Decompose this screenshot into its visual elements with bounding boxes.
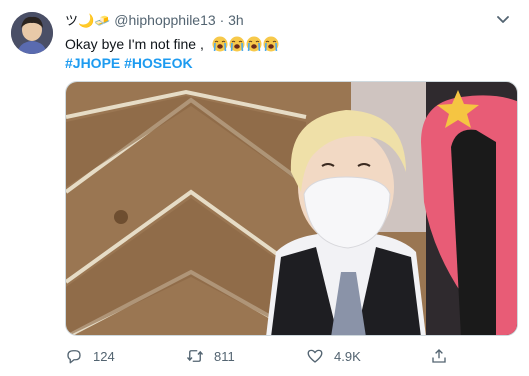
tweet-text: Okay bye I'm not fine , [65, 34, 280, 54]
more-options-button[interactable] [493, 9, 513, 29]
heart-icon [307, 349, 323, 363]
timestamp[interactable]: 3h [228, 12, 244, 28]
retweet-icon [186, 350, 204, 362]
hashtags: #JHOPE #HOSEOK [65, 54, 193, 72]
retweet-count: 811 [214, 348, 235, 364]
share-button[interactable] [430, 346, 448, 366]
tweet-text-body: Okay bye I'm not fine , [65, 36, 204, 52]
reply-button[interactable]: 124 [65, 346, 115, 366]
like-button[interactable]: 4.9K [306, 346, 361, 366]
loudly-crying-face-icon [212, 36, 228, 52]
tweet-card[interactable]: ツ🌙🧈 @hiphopphile13 · 3h Okay bye I'm not… [0, 0, 529, 376]
user-handle[interactable]: @hiphopphile13 [114, 12, 215, 28]
separator-dot: · [219, 12, 225, 28]
reply-icon [67, 350, 81, 364]
tweet-header: ツ🌙🧈 @hiphopphile13 · 3h [65, 11, 244, 31]
like-count: 4.9K [334, 348, 361, 364]
loudly-crying-face-icon [263, 36, 279, 52]
action-bar: 124 811 4.9K [65, 346, 518, 366]
tweet-photo[interactable] [65, 81, 518, 336]
avatar[interactable] [11, 12, 53, 54]
avatar-image [11, 12, 53, 54]
photo-image [66, 82, 517, 335]
emoji-row [212, 36, 280, 52]
reply-count: 124 [93, 348, 115, 364]
share-icon [432, 349, 446, 363]
display-name[interactable]: ツ🌙🧈 [65, 14, 110, 29]
retweet-button[interactable]: 811 [186, 346, 235, 366]
hashtag-link[interactable]: #HOSEOK [124, 55, 192, 71]
loudly-crying-face-icon [229, 36, 245, 52]
loudly-crying-face-icon [246, 36, 262, 52]
chevron-down-icon [497, 16, 509, 23]
hashtag-link[interactable]: #JHOPE [65, 55, 120, 71]
